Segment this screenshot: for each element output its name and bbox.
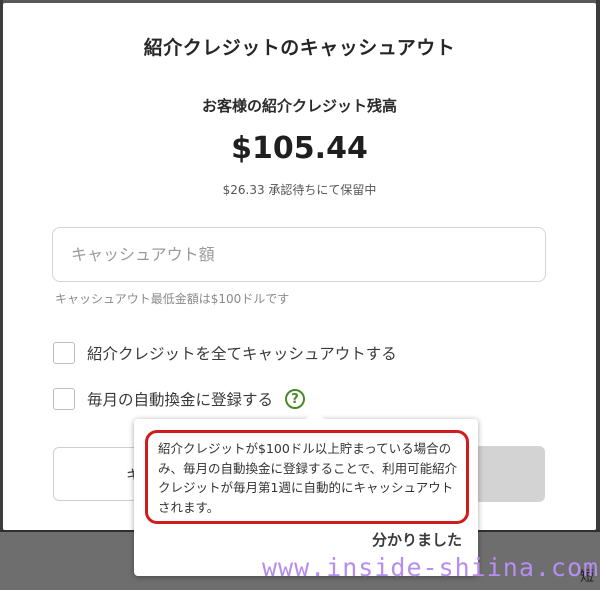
modal-title: 紹介クレジットのキャッシュアウト (143, 37, 456, 59)
watermark: www.inside-shiina.com (262, 553, 600, 582)
cashout-button[interactable] (469, 446, 545, 502)
monthly-auto-label: 毎月の自動換金に登録する (87, 391, 274, 409)
cashout-all-checkbox[interactable] (53, 342, 75, 364)
balance-amount: $105.44 (231, 131, 368, 166)
balance-label: お客様の紹介クレジット残高 (201, 97, 397, 115)
tooltip-text: 紹介クレジットが$100ドル以上貯まっている場合のみ、毎月の自動換金に登録するこ… (145, 430, 469, 524)
tooltip-ok-button[interactable]: 分かりました (372, 529, 462, 550)
backdrop-edge-right (596, 0, 600, 590)
monthly-auto-checkbox[interactable] (53, 388, 75, 410)
cashout-all-label: 紹介クレジットを全てキャッシュアウトする (87, 345, 397, 363)
minimum-amount-hint: キャッシュアウト最低金額は$100ドルです (55, 292, 290, 306)
cashout-amount-input[interactable] (52, 227, 546, 282)
tooltip-caret (306, 410, 324, 419)
cashout-all-option[interactable]: 紹介クレジットを全てキャッシュアウトする (53, 342, 397, 364)
pending-note: $26.33 承認待ちにて保留中 (222, 183, 377, 197)
help-icon[interactable]: ? (285, 389, 306, 409)
monthly-auto-option[interactable]: 毎月の自動換金に登録する ? (53, 388, 306, 410)
